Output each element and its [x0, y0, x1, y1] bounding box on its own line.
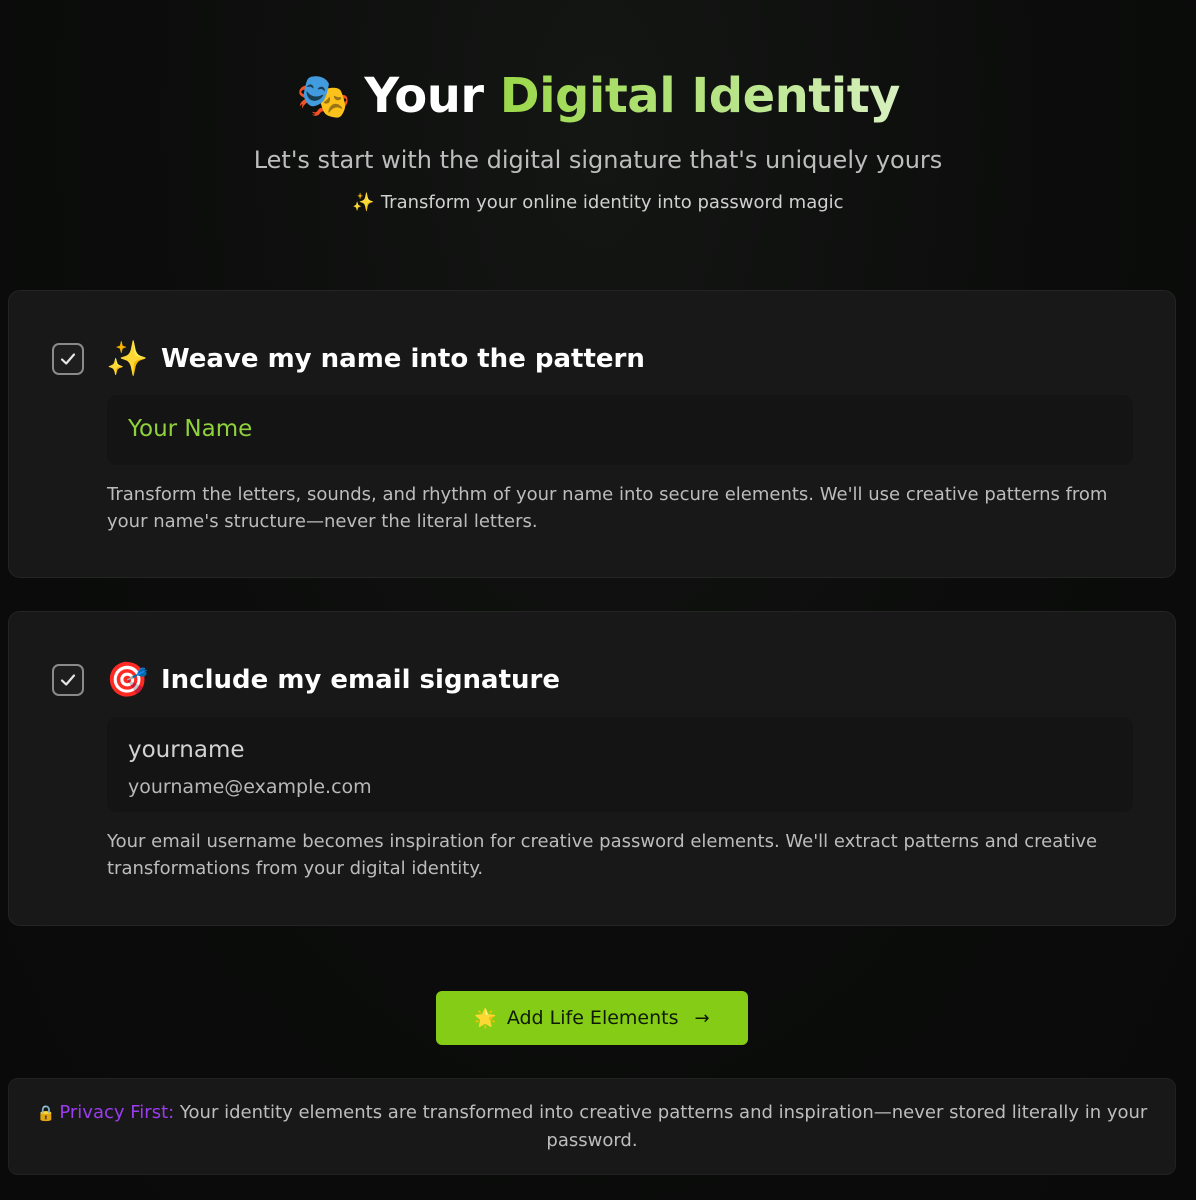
glowing-star-icon: 🌟 — [474, 1007, 497, 1029]
email-option-title: Include my email signature — [161, 665, 561, 695]
email-address-value: yourname@example.com — [128, 776, 372, 798]
lock-icon: 🔒 — [36, 1104, 56, 1122]
add-life-elements-label: Add Life Elements — [506, 1007, 679, 1029]
page-tagline: ✨ Transform your online identity into pas… — [0, 192, 1196, 213]
checkmark-icon — [60, 674, 76, 686]
page-subtitle: Let's start with the digital signature t… — [253, 146, 943, 174]
email-option-description: Your email username becomes inspiration … — [107, 831, 1098, 879]
name-option-card: ✨ Weave my name into the pattern Your Na… — [8, 290, 1176, 578]
checkmark-icon — [60, 353, 76, 365]
title-plain: Your — [364, 68, 484, 124]
email-option-card: 🎯 Include my email signature yourname yo… — [8, 611, 1176, 926]
privacy-label: Privacy First: — [59, 1102, 175, 1123]
theater-masks-icon: 🎭 — [296, 71, 351, 122]
name-field-value: Your Name — [128, 416, 253, 442]
email-username-value: yourname — [128, 737, 245, 763]
email-option-header: 🎯 Include my email signature — [52, 660, 560, 700]
tagline-text: Transform your online identity into pass… — [380, 192, 844, 213]
name-option-title: Weave my name into the pattern — [161, 344, 645, 374]
email-option-checkbox[interactable] — [52, 664, 84, 696]
name-option-header: ✨ Weave my name into the pattern — [52, 339, 645, 379]
arrow-right-icon: → — [694, 1007, 710, 1029]
page-header: 🎭 Your Digital Identity Let's start with… — [0, 68, 1196, 213]
email-field[interactable]: yourname yourname@example.com — [107, 717, 1133, 812]
privacy-notice: 🔒 Privacy First: Your identity elements a… — [8, 1078, 1176, 1175]
title-accent: Digital Identity — [499, 68, 901, 124]
add-life-elements-button[interactable]: 🌟 Add Life Elements → — [436, 991, 748, 1045]
name-field[interactable]: Your Name — [107, 395, 1133, 465]
name-option-description: Transform the letters, sounds, and rhyth… — [107, 484, 1108, 532]
page-title: 🎭 Your Digital Identity — [0, 68, 1196, 124]
name-option-checkbox[interactable] — [52, 343, 84, 375]
target-icon: 🎯 — [106, 660, 149, 700]
sparkles-icon: ✨ — [106, 339, 149, 379]
privacy-text: Your identity elements are transformed i… — [174, 1102, 1148, 1151]
sparkles-icon: ✨ — [352, 192, 375, 213]
